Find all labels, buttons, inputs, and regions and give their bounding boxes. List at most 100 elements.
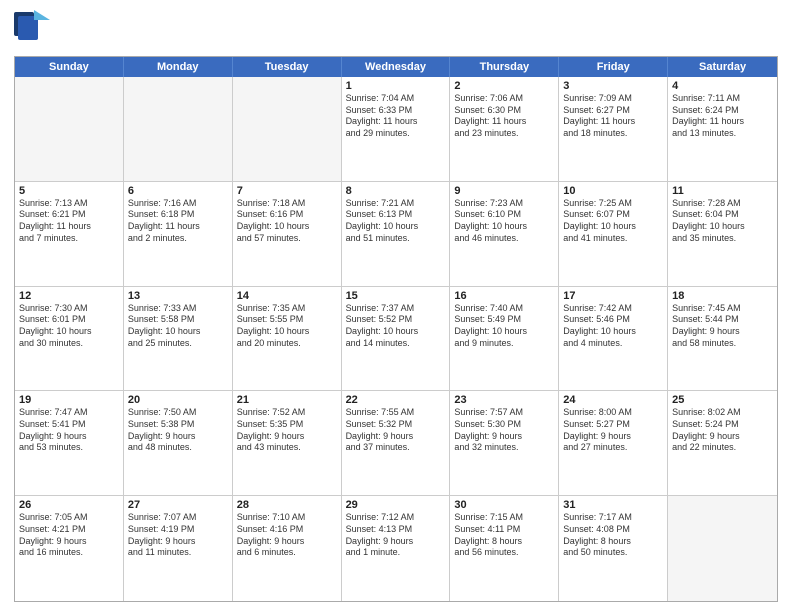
day-cell: 22Sunrise: 7:55 AM Sunset: 5:32 PM Dayli… (342, 391, 451, 495)
day-cell: 9Sunrise: 7:23 AM Sunset: 6:10 PM Daylig… (450, 182, 559, 286)
calendar-row: 12Sunrise: 7:30 AM Sunset: 6:01 PM Dayli… (15, 287, 777, 392)
weekday-header: Tuesday (233, 57, 342, 77)
logo (14, 10, 50, 50)
day-number: 6 (128, 185, 228, 197)
weekday-header: Monday (124, 57, 233, 77)
calendar-header: SundayMondayTuesdayWednesdayThursdayFrid… (15, 57, 777, 77)
empty-cell (233, 77, 342, 181)
day-number: 26 (19, 499, 119, 511)
calendar-row: 5Sunrise: 7:13 AM Sunset: 6:21 PM Daylig… (15, 182, 777, 287)
day-info: Sunrise: 7:35 AM Sunset: 5:55 PM Dayligh… (237, 303, 310, 348)
day-cell: 29Sunrise: 7:12 AM Sunset: 4:13 PM Dayli… (342, 496, 451, 601)
day-info: Sunrise: 7:37 AM Sunset: 5:52 PM Dayligh… (346, 303, 419, 348)
day-cell: 31Sunrise: 7:17 AM Sunset: 4:08 PM Dayli… (559, 496, 668, 601)
day-info: Sunrise: 7:45 AM Sunset: 5:44 PM Dayligh… (672, 303, 741, 348)
day-number: 28 (237, 499, 337, 511)
day-info: Sunrise: 7:40 AM Sunset: 5:49 PM Dayligh… (454, 303, 527, 348)
day-number: 15 (346, 290, 446, 302)
day-cell: 8Sunrise: 7:21 AM Sunset: 6:13 PM Daylig… (342, 182, 451, 286)
day-cell: 19Sunrise: 7:47 AM Sunset: 5:41 PM Dayli… (15, 391, 124, 495)
day-cell: 7Sunrise: 7:18 AM Sunset: 6:16 PM Daylig… (233, 182, 342, 286)
day-number: 4 (672, 80, 773, 92)
day-info: Sunrise: 7:25 AM Sunset: 6:07 PM Dayligh… (563, 198, 636, 243)
day-number: 17 (563, 290, 663, 302)
day-info: Sunrise: 7:57 AM Sunset: 5:30 PM Dayligh… (454, 407, 523, 452)
day-cell: 30Sunrise: 7:15 AM Sunset: 4:11 PM Dayli… (450, 496, 559, 601)
calendar-container: SundayMondayTuesdayWednesdayThursdayFrid… (14, 56, 778, 602)
day-number: 7 (237, 185, 337, 197)
day-info: Sunrise: 7:07 AM Sunset: 4:19 PM Dayligh… (128, 512, 197, 557)
day-number: 19 (19, 394, 119, 406)
day-number: 9 (454, 185, 554, 197)
day-cell: 15Sunrise: 7:37 AM Sunset: 5:52 PM Dayli… (342, 287, 451, 391)
day-cell: 23Sunrise: 7:57 AM Sunset: 5:30 PM Dayli… (450, 391, 559, 495)
weekday-header: Friday (559, 57, 668, 77)
day-number: 23 (454, 394, 554, 406)
day-cell: 16Sunrise: 7:40 AM Sunset: 5:49 PM Dayli… (450, 287, 559, 391)
day-info: Sunrise: 7:47 AM Sunset: 5:41 PM Dayligh… (19, 407, 88, 452)
day-cell: 2Sunrise: 7:06 AM Sunset: 6:30 PM Daylig… (450, 77, 559, 181)
day-info: Sunrise: 7:10 AM Sunset: 4:16 PM Dayligh… (237, 512, 306, 557)
day-cell: 4Sunrise: 7:11 AM Sunset: 6:24 PM Daylig… (668, 77, 777, 181)
day-info: Sunrise: 8:00 AM Sunset: 5:27 PM Dayligh… (563, 407, 632, 452)
day-info: Sunrise: 7:04 AM Sunset: 6:33 PM Dayligh… (346, 93, 418, 138)
day-info: Sunrise: 7:28 AM Sunset: 6:04 PM Dayligh… (672, 198, 745, 243)
day-number: 24 (563, 394, 663, 406)
weekday-header: Wednesday (342, 57, 451, 77)
day-number: 25 (672, 394, 773, 406)
day-number: 30 (454, 499, 554, 511)
weekday-header: Thursday (450, 57, 559, 77)
day-info: Sunrise: 7:18 AM Sunset: 6:16 PM Dayligh… (237, 198, 310, 243)
logo-icon (14, 10, 50, 50)
day-number: 14 (237, 290, 337, 302)
calendar-row: 1Sunrise: 7:04 AM Sunset: 6:33 PM Daylig… (15, 77, 777, 182)
day-info: Sunrise: 7:55 AM Sunset: 5:32 PM Dayligh… (346, 407, 415, 452)
calendar-row: 19Sunrise: 7:47 AM Sunset: 5:41 PM Dayli… (15, 391, 777, 496)
day-info: Sunrise: 7:09 AM Sunset: 6:27 PM Dayligh… (563, 93, 635, 138)
day-cell: 10Sunrise: 7:25 AM Sunset: 6:07 PM Dayli… (559, 182, 668, 286)
empty-cell (668, 496, 777, 601)
day-number: 18 (672, 290, 773, 302)
weekday-header: Saturday (668, 57, 777, 77)
day-cell: 11Sunrise: 7:28 AM Sunset: 6:04 PM Dayli… (668, 182, 777, 286)
day-cell: 26Sunrise: 7:05 AM Sunset: 4:21 PM Dayli… (15, 496, 124, 601)
day-number: 13 (128, 290, 228, 302)
day-cell: 18Sunrise: 7:45 AM Sunset: 5:44 PM Dayli… (668, 287, 777, 391)
day-info: Sunrise: 7:17 AM Sunset: 4:08 PM Dayligh… (563, 512, 632, 557)
day-cell: 3Sunrise: 7:09 AM Sunset: 6:27 PM Daylig… (559, 77, 668, 181)
day-number: 16 (454, 290, 554, 302)
day-cell: 25Sunrise: 8:02 AM Sunset: 5:24 PM Dayli… (668, 391, 777, 495)
page: SundayMondayTuesdayWednesdayThursdayFrid… (0, 0, 792, 612)
header (14, 10, 778, 50)
day-number: 12 (19, 290, 119, 302)
day-cell: 14Sunrise: 7:35 AM Sunset: 5:55 PM Dayli… (233, 287, 342, 391)
day-info: Sunrise: 7:12 AM Sunset: 4:13 PM Dayligh… (346, 512, 415, 557)
day-cell: 24Sunrise: 8:00 AM Sunset: 5:27 PM Dayli… (559, 391, 668, 495)
day-cell: 17Sunrise: 7:42 AM Sunset: 5:46 PM Dayli… (559, 287, 668, 391)
day-info: Sunrise: 7:42 AM Sunset: 5:46 PM Dayligh… (563, 303, 636, 348)
day-cell: 12Sunrise: 7:30 AM Sunset: 6:01 PM Dayli… (15, 287, 124, 391)
day-cell: 1Sunrise: 7:04 AM Sunset: 6:33 PM Daylig… (342, 77, 451, 181)
day-info: Sunrise: 7:23 AM Sunset: 6:10 PM Dayligh… (454, 198, 527, 243)
day-number: 21 (237, 394, 337, 406)
day-cell: 28Sunrise: 7:10 AM Sunset: 4:16 PM Dayli… (233, 496, 342, 601)
day-cell: 6Sunrise: 7:16 AM Sunset: 6:18 PM Daylig… (124, 182, 233, 286)
day-number: 3 (563, 80, 663, 92)
empty-cell (15, 77, 124, 181)
day-cell: 5Sunrise: 7:13 AM Sunset: 6:21 PM Daylig… (15, 182, 124, 286)
day-number: 11 (672, 185, 773, 197)
empty-cell (124, 77, 233, 181)
day-info: Sunrise: 7:11 AM Sunset: 6:24 PM Dayligh… (672, 93, 744, 138)
day-info: Sunrise: 7:33 AM Sunset: 5:58 PM Dayligh… (128, 303, 201, 348)
weekday-header: Sunday (15, 57, 124, 77)
day-number: 2 (454, 80, 554, 92)
day-cell: 27Sunrise: 7:07 AM Sunset: 4:19 PM Dayli… (124, 496, 233, 601)
day-info: Sunrise: 7:06 AM Sunset: 6:30 PM Dayligh… (454, 93, 526, 138)
day-number: 8 (346, 185, 446, 197)
day-number: 22 (346, 394, 446, 406)
calendar-row: 26Sunrise: 7:05 AM Sunset: 4:21 PM Dayli… (15, 496, 777, 601)
day-info: Sunrise: 7:05 AM Sunset: 4:21 PM Dayligh… (19, 512, 88, 557)
day-info: Sunrise: 7:15 AM Sunset: 4:11 PM Dayligh… (454, 512, 523, 557)
day-info: Sunrise: 7:16 AM Sunset: 6:18 PM Dayligh… (128, 198, 200, 243)
day-info: Sunrise: 8:02 AM Sunset: 5:24 PM Dayligh… (672, 407, 741, 452)
